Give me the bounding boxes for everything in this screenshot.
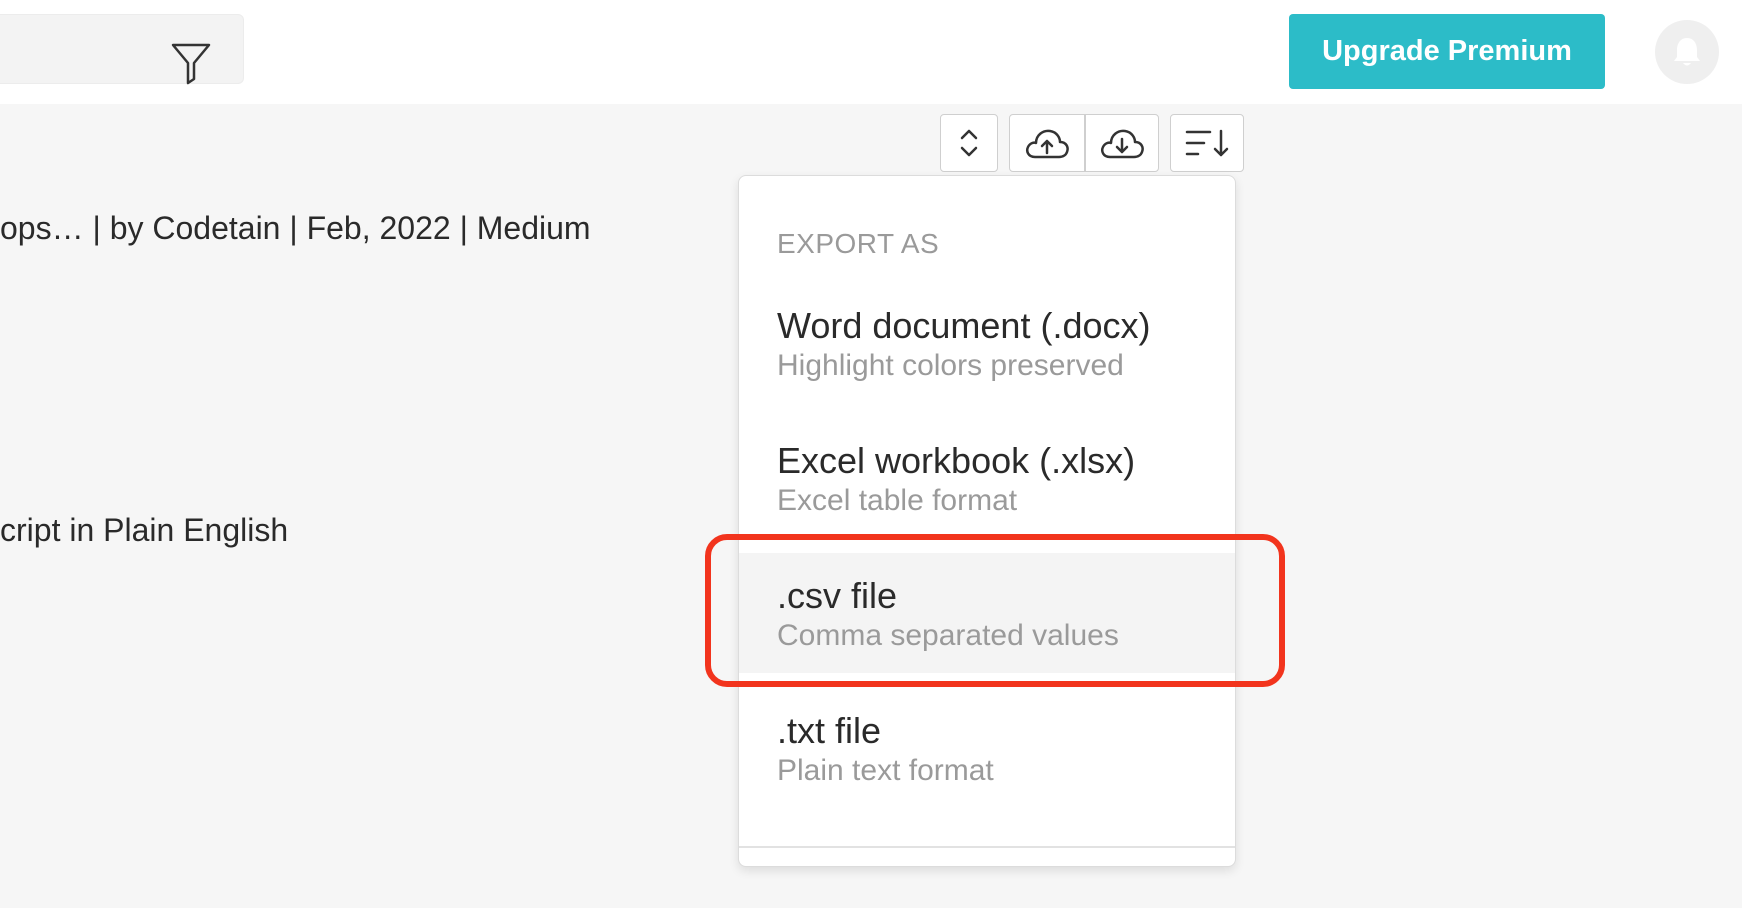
cloud-download-icon — [1101, 129, 1144, 159]
notifications-button[interactable] — [1655, 20, 1719, 84]
option-title: .txt file — [777, 710, 882, 751]
option-title: .csv file — [777, 575, 898, 616]
option-subtitle: Highlight colors preserved — [777, 349, 1124, 382]
export-csv-option[interactable]: .csv file Comma separated values — [739, 553, 1235, 673]
export-button[interactable] — [1085, 115, 1159, 171]
article-title-line[interactable]: cript in Plain English — [0, 512, 288, 549]
chevron-up-down-icon — [960, 129, 978, 157]
export-menu: EXPORT AS Word document (.docx) Highligh… — [738, 175, 1236, 867]
top-header: Upgrade Premium — [0, 0, 1742, 104]
export-txt-option[interactable]: .txt file Plain text format — [739, 688, 1235, 808]
cloud-upload-icon — [1026, 129, 1069, 159]
import-button[interactable] — [1010, 115, 1084, 171]
search-input[interactable] — [0, 14, 244, 85]
option-title: Word document (.docx) — [777, 305, 1151, 346]
divider — [739, 846, 1235, 848]
export-menu-header: EXPORT AS — [777, 228, 940, 259]
filter-icon[interactable] — [170, 41, 212, 85]
sort-icon — [1185, 129, 1229, 157]
option-subtitle: Excel table format — [777, 484, 1018, 517]
upgrade-premium-button[interactable]: Upgrade Premium — [1289, 14, 1605, 89]
bell-icon — [1674, 38, 1700, 66]
sort-button[interactable] — [1170, 114, 1244, 172]
export-docx-option[interactable]: Word document (.docx) Highlight colors p… — [739, 283, 1235, 403]
option-title: Excel workbook (.xlsx) — [777, 440, 1136, 481]
article-title-line[interactable]: ops… | by Codetain | Feb, 2022 | Medium — [0, 210, 591, 247]
import-export-group — [1009, 114, 1159, 172]
option-subtitle: Plain text format — [777, 754, 994, 787]
export-xlsx-option[interactable]: Excel workbook (.xlsx) Excel table forma… — [739, 418, 1235, 538]
expand-collapse-button[interactable] — [940, 114, 998, 172]
option-subtitle: Comma separated values — [777, 619, 1119, 652]
